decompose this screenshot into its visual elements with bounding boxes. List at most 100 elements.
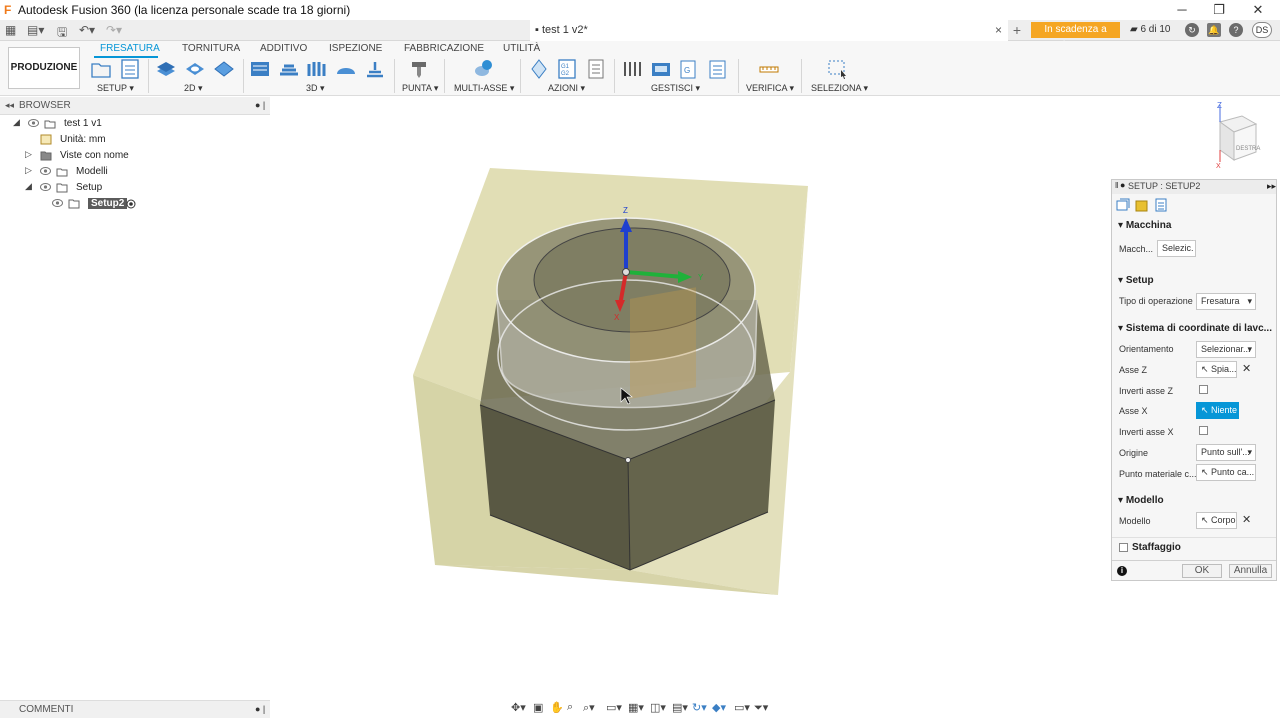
3d-viewport[interactable]: Z Y X (400, 160, 820, 605)
group-gestisci[interactable]: GESTISCI ▾ (651, 83, 700, 94)
2d-adaptive-icon[interactable] (155, 58, 177, 80)
tree-item-setup[interactable]: ◢ Setup (0, 181, 270, 197)
job-status[interactable]: ▰ 6 di 10 (1130, 24, 1171, 35)
tab-fresatura[interactable]: FRESATURA (100, 43, 160, 54)
inverti-z-checkbox[interactable] (1199, 385, 1208, 394)
maximize-button[interactable]: ❐ (1204, 1, 1234, 19)
2d-face-icon[interactable] (213, 58, 235, 80)
info-icon[interactable]: i (1117, 566, 1127, 576)
setup-sheet-icon[interactable] (119, 58, 141, 80)
stock-tab-icon[interactable] (1135, 198, 1149, 212)
3d-scallop-icon[interactable] (335, 58, 357, 80)
comments-panel-header[interactable]: COMMENTI ● | (0, 700, 270, 718)
visibility-eye-icon[interactable] (52, 198, 63, 208)
expiring-badge[interactable]: In scadenza a breve (1031, 22, 1120, 51)
section-setup[interactable]: ▾ Setup (1118, 275, 1154, 286)
measure-icon[interactable] (758, 58, 780, 80)
tipo-operazione-select[interactable]: Fresatura ▾ (1196, 293, 1256, 310)
tree-item-named-views[interactable]: ▷ Viste con nome (0, 149, 270, 165)
grid-menu-icon[interactable]: ▦ (5, 23, 16, 37)
pan-icon[interactable]: ✋ (550, 701, 564, 714)
zoom-icon[interactable]: ⌕ (567, 701, 573, 714)
display-settings-icon[interactable]: ▭▾ (606, 701, 622, 714)
fit-icon[interactable]: ⌕▾ (583, 701, 595, 715)
expand-triangle-icon[interactable]: ◢ (25, 181, 32, 192)
3d-contour-icon[interactable] (364, 58, 386, 80)
group-seleziona[interactable]: SELEZIONA ▾ (811, 83, 868, 94)
workspace-switcher[interactable]: PRODUZIONE ▾ (8, 47, 80, 113)
section-macchina[interactable]: ▾ Macchina (1118, 220, 1171, 231)
section-modello[interactable]: ▾ Modello (1118, 495, 1164, 506)
rotate-icon[interactable]: ↻▾ (692, 701, 707, 714)
viewcube[interactable]: Z X DESTRA (1212, 100, 1268, 168)
template-library-icon[interactable] (707, 58, 729, 80)
group-3d[interactable]: 3D ▾ (306, 83, 325, 94)
help-icon[interactable]: ? (1229, 23, 1243, 37)
asse-z-select-button[interactable]: ↖ Spia... (1196, 361, 1237, 378)
new-tab-button[interactable]: + (1008, 22, 1026, 39)
drill-icon[interactable] (408, 58, 430, 80)
viewports-icon[interactable]: ◫▾ (650, 701, 666, 714)
tab-ispezione[interactable]: ISPEZIONE (329, 43, 382, 54)
close-tab-icon[interactable]: × (995, 23, 1002, 37)
3d-adaptive-icon[interactable] (249, 58, 271, 80)
redo-icon[interactable]: ↷▾ (106, 23, 122, 37)
macchina-select-button[interactable]: Selezic. (1157, 240, 1196, 257)
document-tab[interactable]: ▪ test 1 v2* × (530, 20, 1008, 41)
environment-icon[interactable]: ▭▾ (734, 701, 750, 714)
minimize-button[interactable]: ─ (1167, 1, 1197, 19)
group-2d[interactable]: 2D ▾ (184, 83, 203, 94)
file-menu-icon[interactable]: ▤▾ (27, 23, 44, 37)
group-punta[interactable]: PUNTA ▾ (402, 83, 438, 94)
tool-library-icon[interactable] (621, 58, 643, 80)
browser-panel-header[interactable]: ◂◂ BROWSER ● | (0, 97, 270, 115)
section-sistema-coordinate[interactable]: ▾ Sistema di coordinate di lavc... (1118, 323, 1272, 334)
cancel-button[interactable]: Annulla (1229, 564, 1272, 578)
staffaggio-checkbox[interactable] (1119, 543, 1128, 552)
orientamento-select[interactable]: Selezionar... ▾ (1196, 341, 1256, 358)
tree-item-root[interactable]: ◢ test 1 v1 (0, 117, 270, 133)
group-multi-asse[interactable]: MULTI-ASSE ▾ (454, 83, 514, 94)
tree-item-units[interactable]: Unità: mm (0, 133, 270, 149)
visual-style-icon[interactable]: ◆▾ (712, 701, 726, 714)
close-window-button[interactable]: ✕ (1243, 1, 1273, 19)
expand-triangle-icon[interactable]: ▷ (25, 165, 32, 176)
post-process-tab-icon[interactable] (1154, 198, 1168, 212)
tab-utilita[interactable]: UTILITÀ (503, 43, 540, 54)
origine-select[interactable]: Punto sull'... ▾ (1196, 444, 1256, 461)
group-setup[interactable]: SETUP ▾ (97, 83, 134, 94)
expand-triangle-icon[interactable]: ▷ (25, 149, 32, 160)
inverti-x-checkbox[interactable] (1199, 426, 1208, 435)
dialog-grip-icon[interactable]: ‖ (1115, 181, 1118, 190)
select-icon[interactable] (827, 58, 849, 80)
dialog-expand-icon[interactable]: ▸▸ (1267, 181, 1276, 192)
undo-icon[interactable]: ↶▾ (79, 23, 95, 37)
dialog-header[interactable]: ‖ ● SETUP : SETUP2 ▸▸ (1112, 180, 1276, 194)
tab-tornitura[interactable]: TORNITURA (182, 43, 240, 54)
post-process-icon[interactable]: G1G2 (556, 58, 578, 80)
notifications-icon[interactable]: 🔔 (1207, 23, 1221, 37)
comments-pin-icon[interactable]: ● | (255, 704, 265, 714)
look-at-icon[interactable]: ▣ (533, 701, 543, 714)
3d-pocket-icon[interactable] (278, 58, 300, 80)
tree-item-models[interactable]: ▷ Modelli (0, 165, 270, 181)
setup-tab-icon[interactable] (1116, 198, 1130, 212)
group-azioni[interactable]: AZIONI ▾ (548, 83, 585, 94)
visibility-eye-icon[interactable] (40, 182, 51, 192)
browser-pin-icon[interactable]: ● | (255, 100, 265, 110)
filter-icon[interactable]: ⏷▾ (754, 701, 768, 715)
section-staffaggio[interactable]: Staffaggio (1132, 542, 1181, 553)
visibility-eye-icon[interactable] (40, 166, 51, 176)
punto-materiale-select-button[interactable]: ↖ Punto ca... (1196, 464, 1256, 481)
ok-button[interactable]: OK (1182, 564, 1222, 578)
modello-select-button[interactable]: ↖ Corpo (1196, 512, 1237, 529)
simulate-icon[interactable] (528, 58, 550, 80)
tab-additivo[interactable]: ADDITIVO (260, 43, 307, 54)
group-verifica[interactable]: VERIFICA ▾ (746, 83, 794, 94)
camera-icon[interactable]: ▤▾ (672, 701, 688, 714)
machine-library-icon[interactable] (650, 58, 672, 80)
tree-item-setup2[interactable]: Setup2 (0, 197, 270, 213)
modello-clear-icon[interactable]: ✕ (1242, 513, 1251, 526)
tab-fabbricazione[interactable]: FABBRICAZIONE (404, 43, 484, 54)
collapse-browser-icon[interactable]: ◂◂ (5, 100, 14, 111)
